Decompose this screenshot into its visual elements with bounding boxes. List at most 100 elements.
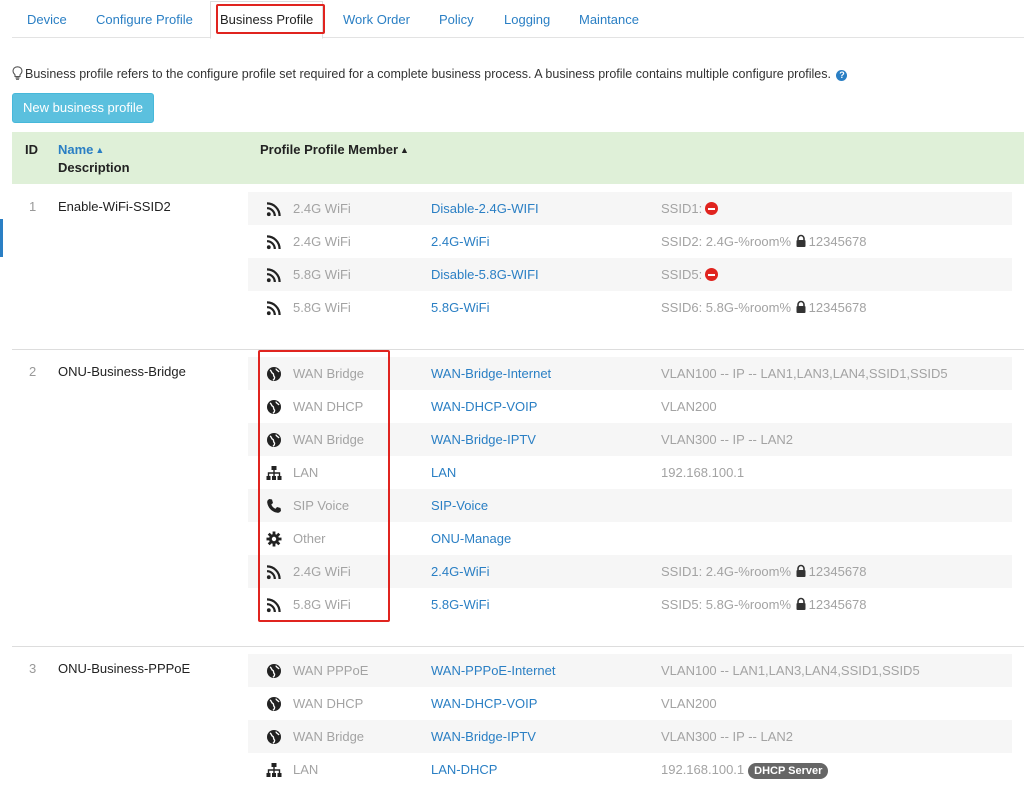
disabled-icon (705, 202, 719, 215)
member-name-link[interactable]: LAN (431, 465, 456, 480)
member-detail-text: VLAN300 -- IP -- LAN2 (661, 729, 793, 744)
member-row: WAN Bridge WAN-Bridge-Internet VLAN100 -- … (248, 357, 1012, 390)
lock-icon (795, 300, 807, 317)
profile-id: 2 (29, 364, 37, 379)
globe-icon (266, 696, 282, 712)
member-row: 2.4G WiFi 2.4G-WiFi SSID1: 2.4G-%room% 123… (248, 555, 1012, 588)
member-name-link[interactable]: ONU-Manage (431, 531, 511, 546)
header-description: Description (58, 160, 130, 175)
tab-logging[interactable]: Logging (504, 0, 550, 38)
member-detail-text: VLAN100 -- IP -- LAN1,LAN3,LAN4,SSID1,SS… (661, 366, 948, 381)
phone-icon (266, 498, 282, 514)
tab-device[interactable]: Device (27, 0, 67, 38)
member-name-link[interactable]: WAN-DHCP-VOIP (431, 399, 537, 414)
member-type: LAN (293, 762, 319, 777)
member-name-link[interactable]: LAN-DHCP (431, 762, 497, 777)
tab-work-order[interactable]: Work Order (343, 0, 410, 38)
member-row: Other ONU-Manage (248, 522, 1012, 555)
member-row: 5.8G WiFi 5.8G-WiFi SSID5: 5.8G-%room% 123… (248, 588, 1012, 621)
member-detail: VLAN100 -- IP -- LAN1,LAN3,LAN4,SSID1,SS… (661, 366, 948, 381)
member-detail-text: SSID6: 5.8G-%room% (661, 300, 792, 315)
table-header: ID Name ▲︎ Description Profile Profile Me… (12, 132, 1024, 184)
member-name-link[interactable]: Disable-2.4G-WIFI (431, 201, 539, 216)
tab-configure-profile[interactable]: Configure Profile (96, 0, 193, 38)
header-profile-member[interactable]: Profile Profile Member ▲︎ (260, 142, 409, 157)
member-detail-text: VLAN100 -- LAN1,LAN3,LAN4,SSID1,SSID5 (661, 663, 920, 678)
member-name-link[interactable]: WAN-DHCP-VOIP (431, 696, 537, 711)
member-detail: SSID1: (661, 201, 719, 216)
tab-policy[interactable]: Policy (439, 0, 474, 38)
member-detail-text: 192.168.100.1 (661, 762, 745, 777)
sort-icon: ▲︎ (95, 145, 105, 155)
wifi-password: 12345678 (808, 234, 867, 249)
member-detail: VLAN200 (661, 399, 717, 414)
member-detail: SSID5: (661, 267, 719, 282)
profile-name: ONU-Business-PPPoE (58, 661, 191, 676)
globe-icon (266, 366, 282, 382)
disabled-icon (705, 268, 719, 281)
dhcp-server-badge: DHCP Server (748, 763, 829, 779)
wifi-password: 12345678 (808, 300, 867, 315)
member-detail-text: SSID2: 2.4G-%room% (661, 234, 792, 249)
member-row: WAN DHCP WAN-DHCP-VOIP VLAN200 (248, 390, 1012, 423)
tab-business-profile[interactable]: Business Profile (210, 1, 324, 39)
member-row: SIP Voice SIP-Voice (248, 489, 1012, 522)
sitemap-icon (265, 762, 283, 778)
member-row: 5.8G WiFi 5.8G-WiFi SSID6: 5.8G-%room% 123… (248, 291, 1012, 324)
profile-name: ONU-Business-Bridge (58, 364, 186, 379)
globe-icon (266, 729, 282, 745)
member-type: LAN (293, 465, 319, 480)
member-row: WAN DHCP WAN-DHCP-VOIP VLAN200 (248, 687, 1012, 720)
member-detail: SSID1: 2.4G-%room% 12345678 (661, 564, 867, 581)
member-row: 2.4G WiFi Disable-2.4G-WIFI SSID1: (248, 192, 1012, 225)
member-detail: VLAN200 (661, 696, 717, 711)
member-detail: SSID5: 5.8G-%room% 12345678 (661, 597, 867, 614)
member-name-link[interactable]: WAN-Bridge-Internet (431, 366, 551, 381)
member-name-link[interactable]: 5.8G-WiFi (431, 300, 490, 315)
member-type: 5.8G WiFi (293, 267, 351, 282)
info-description: Business profile refers to the configure… (25, 67, 831, 81)
member-type: 2.4G WiFi (293, 201, 351, 216)
member-row: LAN LAN-DHCP 192.168.100.1 DHCP Server (248, 753, 1012, 786)
gear-icon (266, 531, 282, 547)
member-row: WAN Bridge WAN-Bridge-IPTV VLAN300 -- IP -… (248, 720, 1012, 753)
lock-icon (795, 564, 807, 581)
globe-icon (266, 399, 282, 415)
member-type: 2.4G WiFi (293, 234, 351, 249)
member-name-link[interactable]: 2.4G-WiFi (431, 564, 490, 579)
member-name-link[interactable]: WAN-PPPoE-Internet (431, 663, 556, 678)
lock-icon (795, 234, 807, 251)
member-detail-text: VLAN300 -- IP -- LAN2 (661, 432, 793, 447)
wifi-icon (265, 234, 282, 251)
member-type: 5.8G WiFi (293, 597, 351, 612)
header-member-label: Profile Member (304, 142, 399, 157)
header-name-label: Name (58, 142, 94, 157)
member-detail: VLAN300 -- IP -- LAN2 (661, 729, 793, 744)
sitemap-icon (265, 465, 283, 481)
member-row: 2.4G WiFi 2.4G-WiFi SSID2: 2.4G-%room% 123… (248, 225, 1012, 258)
member-row: WAN PPPoE WAN-PPPoE-Internet VLAN100 -- LA… (248, 654, 1012, 687)
new-business-profile-button[interactable]: New business profile (12, 93, 154, 123)
wifi-password: 12345678 (808, 564, 867, 579)
header-name[interactable]: Name ▲︎ (58, 142, 104, 157)
wifi-icon (265, 201, 282, 218)
member-name-link[interactable]: 2.4G-WiFi (431, 234, 490, 249)
member-detail-text: SSID1: 2.4G-%room% (661, 564, 792, 579)
wifi-password: 12345678 (808, 597, 867, 612)
nav-tabs: Device Configure Profile Business Profil… (12, 0, 1024, 39)
member-type: 5.8G WiFi (293, 300, 351, 315)
member-name-link[interactable]: WAN-Bridge-IPTV (431, 729, 536, 744)
member-name-link[interactable]: 5.8G-WiFi (431, 597, 490, 612)
member-detail: VLAN100 -- LAN1,LAN3,LAN4,SSID1,SSID5 (661, 663, 920, 678)
wifi-icon (265, 300, 282, 317)
tab-maintance[interactable]: Maintance (579, 0, 639, 38)
member-detail: 192.168.100.1 (661, 465, 744, 480)
member-type: WAN DHCP (293, 696, 364, 711)
member-detail: VLAN300 -- IP -- LAN2 (661, 432, 793, 447)
member-name-link[interactable]: SIP-Voice (431, 498, 488, 513)
member-name-link[interactable]: WAN-Bridge-IPTV (431, 432, 536, 447)
question-circle-icon[interactable]: ? (836, 70, 848, 81)
member-type: WAN DHCP (293, 399, 364, 414)
member-type: 2.4G WiFi (293, 564, 351, 579)
member-name-link[interactable]: Disable-5.8G-WIFI (431, 267, 539, 282)
